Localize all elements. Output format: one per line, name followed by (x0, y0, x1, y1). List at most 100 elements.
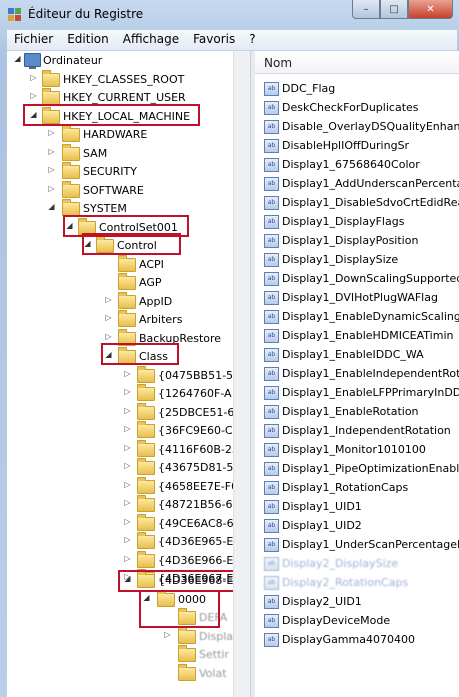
value-row[interactable]: ab Display1_DisplaySize (255, 250, 459, 269)
value-row[interactable]: ab Display1_PipeOptimizationEnable (255, 459, 459, 478)
value-row[interactable]: ab Display1_EnableIDDC_WA (255, 345, 459, 364)
value-row[interactable]: ab Display1_EnableIndependentRot (255, 364, 459, 383)
folder-icon (62, 125, 80, 142)
folder-icon (62, 199, 80, 216)
tree-label: Class (139, 350, 168, 363)
value-row[interactable]: ab Display1_Monitor1010100 (255, 440, 459, 459)
menu-favoris[interactable]: Favoris (186, 30, 242, 50)
minimize-button[interactable]: – (352, 0, 380, 19)
expand-arrow-icon[interactable]: ▷ (123, 498, 132, 507)
registry-value-icon: ab (264, 158, 279, 172)
value-row[interactable]: ab Display1_EnableHDMICEATimin (255, 326, 459, 345)
menu-edition[interactable]: Edition (60, 30, 116, 50)
expand-arrow-icon[interactable]: ▷ (47, 165, 56, 174)
tree-label: {4658EE7E-F0 (158, 480, 233, 493)
value-name: Display1_DisplaySize (282, 253, 399, 266)
value-row[interactable]: ab Display1_67568640Color (255, 155, 459, 174)
value-row[interactable]: ab Display1_EnableRotation (255, 402, 459, 421)
tree-label: SYSTEM (83, 202, 127, 215)
expand-arrow-icon[interactable]: ▷ (104, 332, 113, 341)
collapse-arrow-icon[interactable]: ◢ (29, 110, 38, 119)
value-row[interactable]: ab Display1_UID1 (255, 497, 459, 516)
expand-arrow-icon[interactable]: ▷ (123, 535, 132, 544)
computer-icon (24, 53, 41, 69)
expand-arrow-icon[interactable]: ▷ (123, 461, 132, 470)
value-row[interactable]: ab Display2_UID1 (255, 592, 459, 611)
expand-arrow-icon[interactable]: ▷ (123, 387, 132, 396)
values-list[interactable]: Nom ab DDC_Flag ab DeskCheckForDuplicates ab… (255, 51, 459, 697)
folder-icon (137, 421, 155, 438)
value-row[interactable]: ab DisplayGamma4070400 (255, 630, 459, 649)
value-name: Display1_PipeOptimizationEnable (282, 462, 459, 475)
tree-label: {4D36E965-E (158, 535, 233, 548)
value-row[interactable]: ab DisableHplIOffDuringSr (255, 136, 459, 155)
tree-scrollbar[interactable] (233, 51, 251, 697)
value-row[interactable]: ab Display1_EnableLFPPrimaryInDDC (255, 383, 459, 402)
registry-value-icon: ab (264, 348, 279, 362)
value-row[interactable]: ab Display1_DisplayPosition (255, 231, 459, 250)
value-row[interactable]: ab Display1_DisplayFlags (255, 212, 459, 231)
value-row[interactable]: ab Display1_DownScalingSupported (255, 269, 459, 288)
value-row[interactable]: ab Display1_EnableDynamicScaling (255, 307, 459, 326)
folder-icon (178, 645, 196, 662)
expand-arrow-icon[interactable]: ▷ (163, 630, 172, 639)
value-row[interactable]: ab DisplayDeviceMode (255, 611, 459, 630)
expand-arrow-icon[interactable]: ▷ (123, 480, 132, 489)
folder-icon (42, 88, 60, 105)
collapse-arrow-icon[interactable]: ◢ (83, 239, 92, 248)
collapse-arrow-icon[interactable]: ◢ (47, 202, 56, 211)
expand-arrow-icon[interactable]: ▷ (123, 554, 132, 563)
registry-value-icon: ab (264, 272, 279, 286)
expand-arrow-icon[interactable]: ▷ (29, 91, 38, 100)
expand-arrow-icon[interactable]: ▷ (123, 517, 132, 526)
expand-arrow-icon[interactable]: ▷ (47, 184, 56, 193)
value-row[interactable]: ab Display1_DVIHotPlugWAFlag (255, 288, 459, 307)
menu-affichage[interactable]: Affichage (116, 30, 186, 50)
value-row[interactable]: ab DDC_Flag (255, 79, 459, 98)
expand-arrow-icon[interactable]: ▷ (47, 128, 56, 137)
collapse-arrow-icon[interactable]: ◢ (104, 350, 113, 359)
value-name: Display1_IndependentRotation (282, 424, 451, 437)
value-row[interactable]: ab Display2_DisplaySize (255, 554, 459, 573)
value-row[interactable]: ab Display1_IndependentRotation (255, 421, 459, 440)
expand-arrow-icon[interactable]: ▷ (123, 406, 132, 415)
registry-tree[interactable]: ◢ Ordinateur ▷ HKEY_CLASSES_ROOT ▷ HKEY_… (7, 51, 233, 697)
value-row[interactable]: ab Disable_OverlayDSQualityEnhanc (255, 117, 459, 136)
value-row[interactable]: ab Display1_RotationCaps (255, 478, 459, 497)
title-bar[interactable]: Éditeur du Registre – □ ✕ (0, 0, 459, 30)
collapse-arrow-icon[interactable]: ◢ (123, 574, 132, 583)
value-name: Display1_EnableHDMICEATimin (282, 329, 454, 342)
maximize-button[interactable]: □ (380, 0, 408, 19)
value-row[interactable]: ab Display1_DisableSdvoCrtEdidRea (255, 193, 459, 212)
expand-arrow-icon[interactable]: ▷ (47, 147, 56, 156)
tree-label: Settir (199, 648, 229, 661)
folder-icon (78, 218, 96, 235)
collapse-arrow-icon[interactable]: ◢ (142, 593, 151, 602)
close-button[interactable]: ✕ (408, 0, 453, 19)
value-row[interactable]: ab Display1_UnderScanPercentageI (255, 535, 459, 554)
value-row[interactable]: ab Display2_RotationCaps (255, 573, 459, 592)
expand-arrow-icon[interactable]: ▷ (123, 424, 132, 433)
folder-icon (96, 236, 114, 253)
column-header-name[interactable]: Nom (255, 51, 459, 74)
expand-arrow-icon[interactable]: ▷ (123, 369, 132, 378)
expand-arrow-icon[interactable]: ▷ (104, 313, 113, 322)
tree-label: Displa (199, 630, 233, 643)
menu-help[interactable]: ? (242, 30, 262, 50)
registry-value-icon: ab (264, 139, 279, 153)
tree-label: Arbiters (139, 313, 183, 326)
folder-icon (178, 608, 196, 625)
tree-label: {4D36E966-E (158, 554, 233, 567)
value-row[interactable]: ab DeskCheckForDuplicates (255, 98, 459, 117)
expand-arrow-icon[interactable]: ▷ (104, 295, 113, 304)
folder-icon (137, 551, 155, 568)
expand-arrow-icon[interactable]: ▷ (123, 443, 132, 452)
value-name: Display1_DVIHotPlugWAFlag (282, 291, 438, 304)
collapse-arrow-icon[interactable]: ◢ (13, 54, 22, 63)
tree-label: Control (117, 239, 157, 252)
menu-fichier[interactable]: Fichier (7, 30, 60, 50)
collapse-arrow-icon[interactable]: ◢ (65, 221, 74, 230)
value-row[interactable]: ab Display1_AddUnderscanPercenta (255, 174, 459, 193)
value-row[interactable]: ab Display1_UID2 (255, 516, 459, 535)
expand-arrow-icon[interactable]: ▷ (29, 73, 38, 82)
